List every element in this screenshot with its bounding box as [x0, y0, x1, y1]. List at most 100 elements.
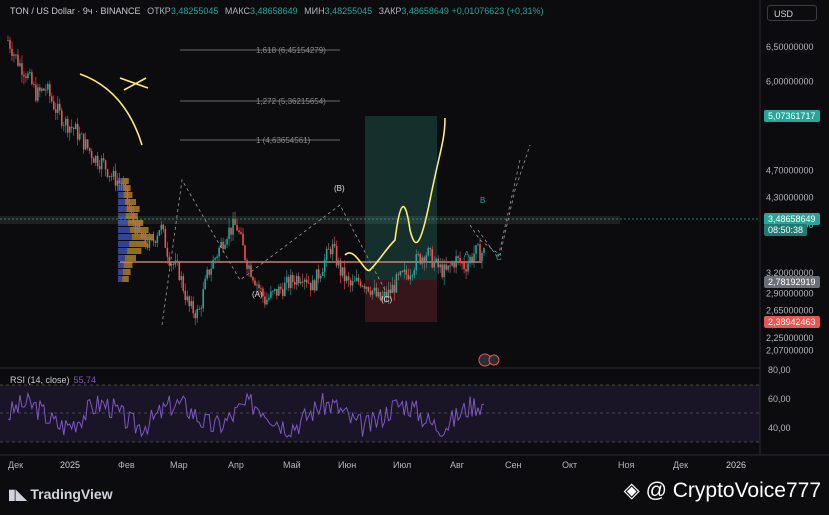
candle-body	[339, 260, 342, 276]
price-axis-label: 2,90000000	[766, 289, 814, 299]
candle-body	[62, 125, 65, 127]
candle-body	[98, 166, 101, 170]
candle-body	[56, 103, 59, 113]
candle-body	[413, 270, 416, 276]
price-axis-label: 6,00000000	[766, 76, 814, 86]
candle-body	[359, 281, 362, 287]
candle-body	[371, 290, 374, 295]
candle-body	[138, 222, 141, 232]
candle-body	[473, 253, 475, 262]
candle-body	[451, 262, 453, 266]
candle-body	[51, 96, 53, 102]
price-tag-target: 5,07361717	[764, 110, 820, 122]
candle-body	[94, 155, 97, 163]
wave-label-c-small: C	[496, 253, 502, 262]
candle-body	[64, 118, 67, 126]
candle-body	[252, 277, 254, 281]
symbol-header: TON / US Dollar · 9ч · BINANCE ОТКР3,482…	[10, 6, 544, 16]
candle-body	[453, 262, 455, 268]
candle-body	[437, 258, 439, 268]
wave-label-a-small: A	[464, 250, 470, 259]
candle-body	[439, 264, 441, 268]
candle-body	[373, 287, 376, 291]
candle-body	[423, 257, 426, 263]
time-axis-label: Апр	[228, 460, 244, 470]
rsi-value: 55,74	[73, 375, 97, 385]
candle-body	[399, 271, 402, 275]
time-axis-label: 2025	[60, 460, 80, 470]
currency-button[interactable]: USD	[767, 5, 817, 21]
volume-profile-bar	[118, 199, 125, 205]
candle-body	[140, 231, 143, 239]
candle-body	[154, 241, 157, 243]
tradingview-logo: ▮◣ TradingView	[8, 486, 113, 502]
candle-body	[254, 280, 256, 286]
candle-body	[148, 237, 151, 248]
candle-body	[258, 284, 260, 288]
long-position-loss-zone[interactable]	[365, 280, 437, 322]
candle-body	[17, 54, 19, 66]
candle-body	[293, 281, 296, 285]
candle-body	[37, 87, 39, 101]
candle-body	[349, 280, 352, 286]
candle-body	[270, 291, 272, 298]
fib-level-1618: 1,618 (6,45154279)	[256, 46, 326, 55]
time-axis-label: Дек	[673, 460, 688, 470]
candle-body	[70, 126, 73, 128]
candle-body	[327, 248, 330, 250]
candle-body	[31, 72, 33, 85]
candle-body	[7, 40, 9, 41]
volume-profile-bar	[118, 234, 132, 240]
candle-body	[335, 246, 338, 266]
candle-body	[274, 288, 276, 291]
symbol-name[interactable]: TON / US Dollar · 9ч · BINANCE	[10, 6, 141, 16]
candle-body	[367, 287, 370, 292]
candle-body	[102, 158, 105, 161]
time-axis-label: Авг	[450, 460, 465, 470]
candle-body	[297, 276, 300, 284]
candle-body	[228, 227, 230, 239]
price-axis-label: 2,25000000	[766, 333, 814, 343]
candle-body	[158, 230, 161, 236]
price-chart[interactable]: 1,618 (6,45154279) 1,272 (5,36215654) 1 …	[0, 0, 829, 515]
candle-body	[363, 285, 366, 289]
candle-body	[160, 224, 163, 231]
candle-body	[407, 274, 410, 280]
rsi-label[interactable]: RSI (14, close) 55,74	[10, 375, 96, 385]
candle-body	[471, 256, 473, 262]
fib-level-1272: 1,272 (5,36215654)	[256, 97, 326, 106]
price-axis-label: 4,30000000	[766, 193, 814, 203]
wave-label-c-big: (C)	[381, 295, 392, 304]
candle-body	[461, 262, 463, 264]
candle-body	[49, 84, 51, 97]
candle-body	[118, 180, 121, 183]
candle-body	[329, 249, 332, 255]
candle-body	[307, 282, 310, 284]
candle-body	[455, 256, 457, 268]
candle-body	[441, 264, 443, 278]
candle-body	[186, 296, 189, 301]
candle-body	[465, 269, 467, 272]
time-axis-label: Сен	[505, 460, 522, 470]
candle-body	[196, 309, 199, 319]
time-axis-label: Ноя	[618, 460, 635, 470]
time-axis-label: Май	[283, 460, 301, 470]
candle-body	[146, 243, 149, 248]
candle-body	[15, 54, 17, 56]
event-icon[interactable]	[488, 354, 500, 366]
price-axis: 6,500000006,000000005,500000004,70000000…	[766, 42, 814, 355]
candle-body	[345, 276, 348, 282]
candle-body	[343, 267, 346, 282]
candle-body	[389, 289, 392, 294]
candle-body	[244, 245, 246, 261]
candle-body	[54, 109, 57, 113]
time-axis-label: Мар	[170, 460, 188, 470]
candle-body	[457, 256, 459, 258]
candle-body	[276, 288, 278, 296]
tradingview-icon: ▮◣	[8, 486, 27, 502]
candle-body	[126, 187, 129, 204]
volume-profile-bar	[118, 192, 124, 198]
candle-body	[391, 284, 394, 294]
candle-body	[76, 123, 79, 140]
candle-body	[305, 279, 308, 283]
